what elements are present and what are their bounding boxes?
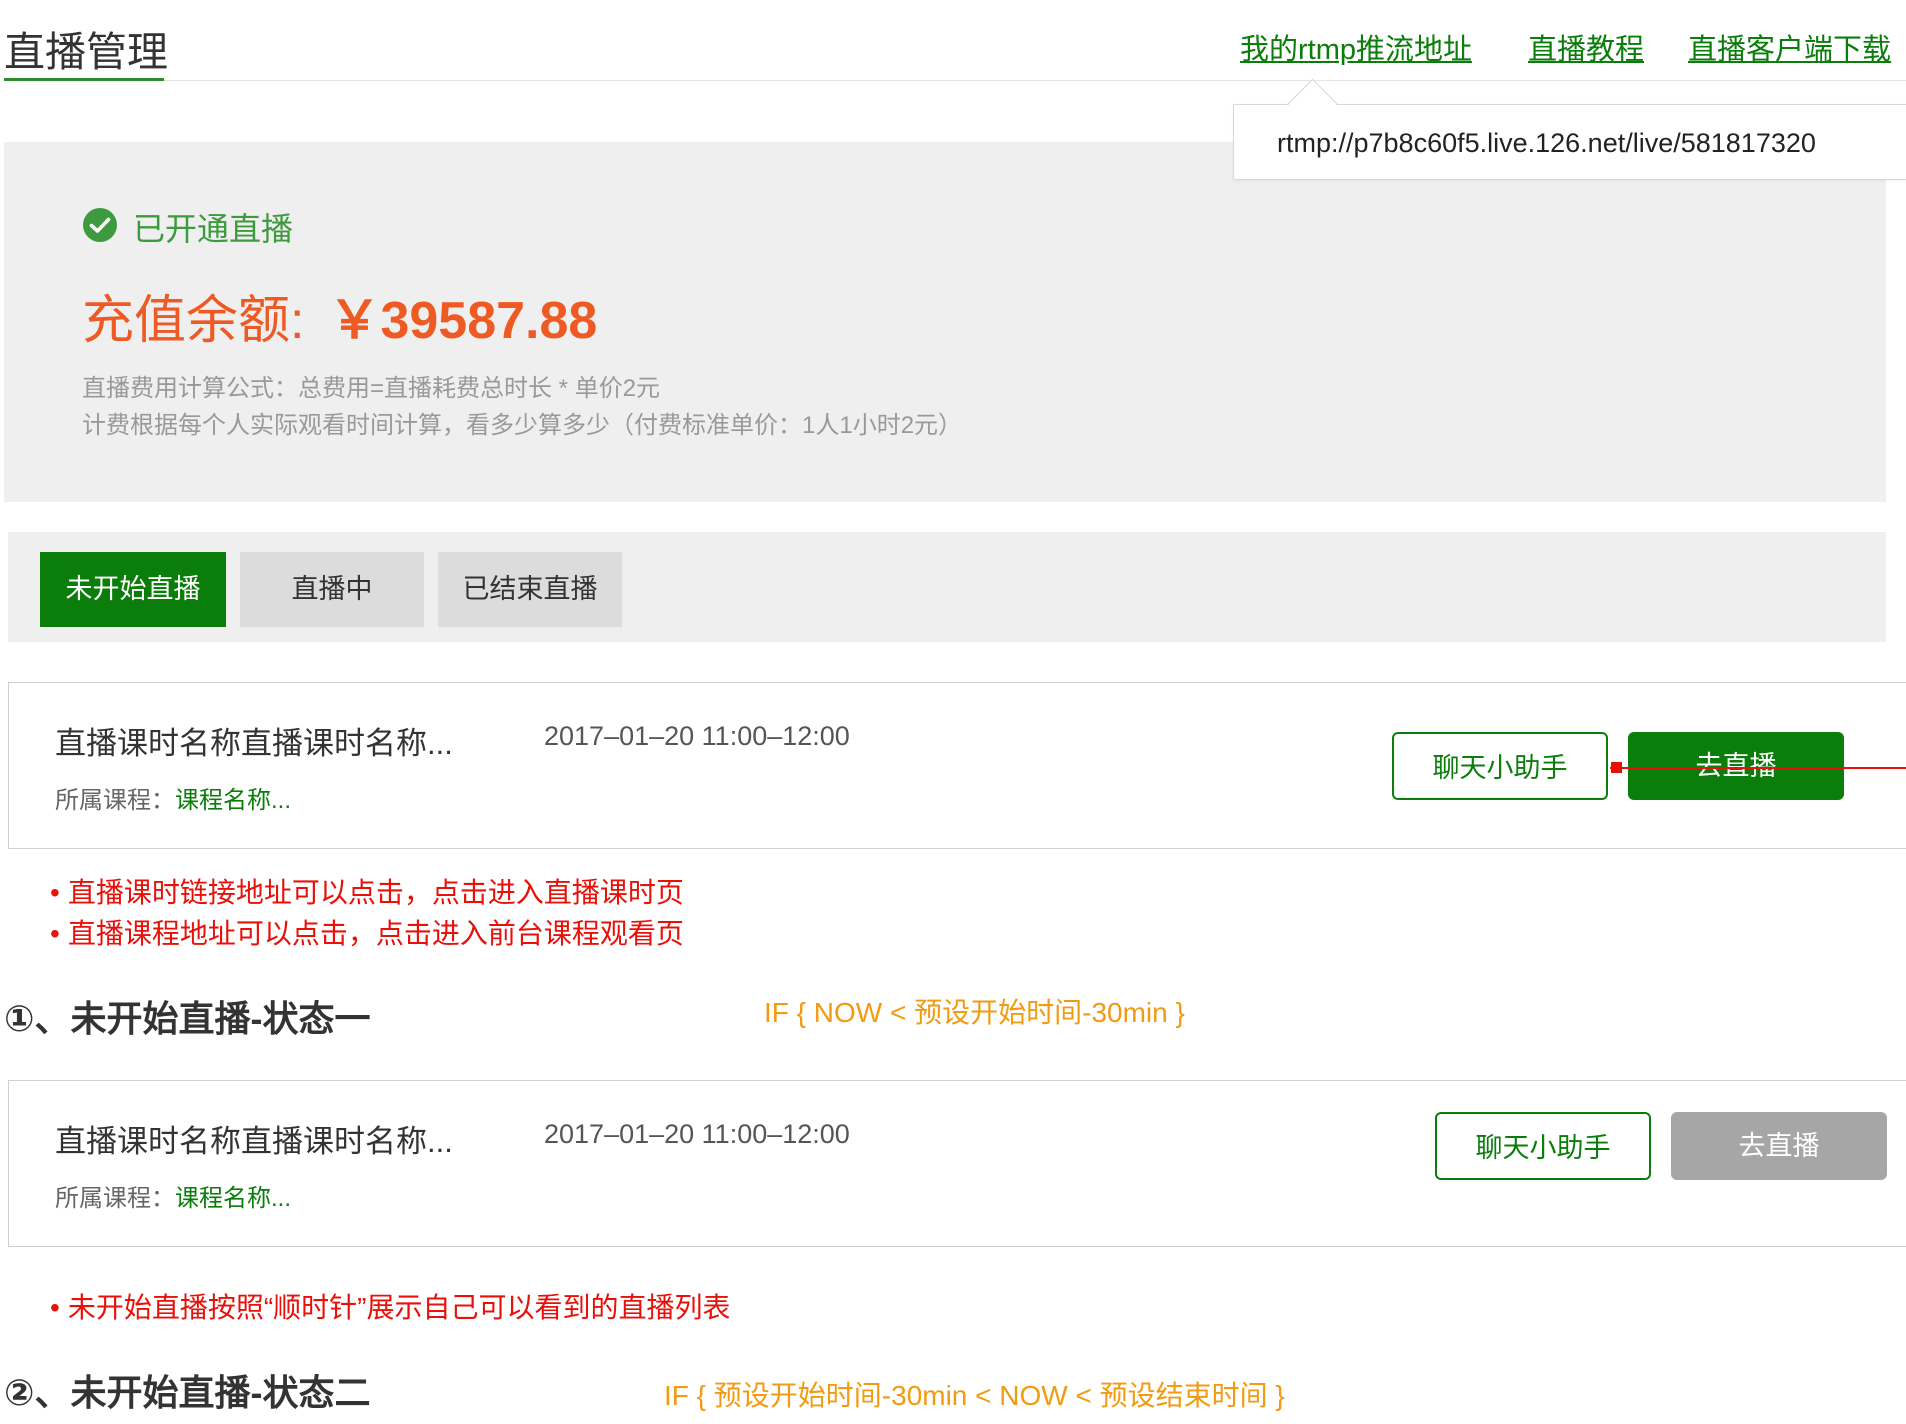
note-item: • 直播课程地址可以点击，点击进入前台课程观看页 [50,918,684,949]
state-heading: ①、未开始直播-状态一 [4,998,371,1039]
rtmp-address-link[interactable]: 我的rtmp推流地址 [1240,26,1472,68]
go-live-button[interactable]: 去直播 [1628,732,1844,800]
go-live-button-disabled: 去直播 [1671,1112,1887,1180]
state-condition: IF { NOW < 预设开始时间-30min } [764,997,1185,1028]
note-item: • 未开始直播按照“顺时针”展示自己可以看到的直播列表 [50,1292,731,1323]
lesson-time: 2017–01–20 11:00–12:00 [544,1119,850,1149]
balance-label: 充值余额: [82,292,305,350]
fee-formula: 直播费用计算公式：总费用=直播耗费总时长 * 单价2元 [82,375,661,402]
state-heading: ②、未开始直播-状态二 [4,1372,371,1413]
lesson-name-link[interactable]: 直播课时名称直播课时名称... [55,718,453,763]
lesson-time: 2017–01–20 11:00–12:00 [544,721,850,751]
billing-note: 计费根据每个人实际观看时间计算，看多少算多少（付费标准单价：1人1小时2元） [82,412,963,439]
annotation-line [1610,767,1906,769]
course-line: 所属课程：课程名称... [55,780,291,815]
title-underline [4,78,164,81]
course-label: 所属课程： [55,1185,175,1212]
live-tutorial-link[interactable]: 直播教程 [1528,26,1644,68]
rtmp-url[interactable]: rtmp://p7b8c60f5.live.126.net/live/58181… [1277,128,1816,159]
balance-value: ￥39587.88 [328,292,598,350]
client-download-link[interactable]: 直播客户端下载 [1688,26,1891,68]
tab-not-started[interactable]: 未开始直播 [40,552,226,627]
page-title: 直播管理 [4,29,168,75]
live-enabled-label: 已开通直播 [133,211,294,247]
course-label: 所属课程： [55,787,175,814]
tab-ended[interactable]: 已结束直播 [438,552,622,627]
balance: 充值余额: ￥39587.88 [82,278,597,353]
course-name-link[interactable]: 课程名称... [175,1185,291,1212]
lesson-name-link[interactable]: 直播课时名称直播课时名称... [55,1116,453,1161]
note-item: • 直播课时链接地址可以点击，点击进入直播课时页 [50,877,684,908]
tab-live[interactable]: 直播中 [240,552,424,627]
course-line: 所属课程：课程名称... [55,1178,291,1213]
chat-assistant-button[interactable]: 聊天小助手 [1392,732,1608,800]
annotation-dot [1611,762,1622,773]
check-circle-icon [83,208,117,242]
state-condition: IF { 预设开始时间-30min < NOW < 预设结束时间 } [664,1380,1285,1411]
chat-assistant-button[interactable]: 聊天小助手 [1435,1112,1651,1180]
course-name-link[interactable]: 课程名称... [175,787,291,814]
header-divider [164,80,1906,81]
